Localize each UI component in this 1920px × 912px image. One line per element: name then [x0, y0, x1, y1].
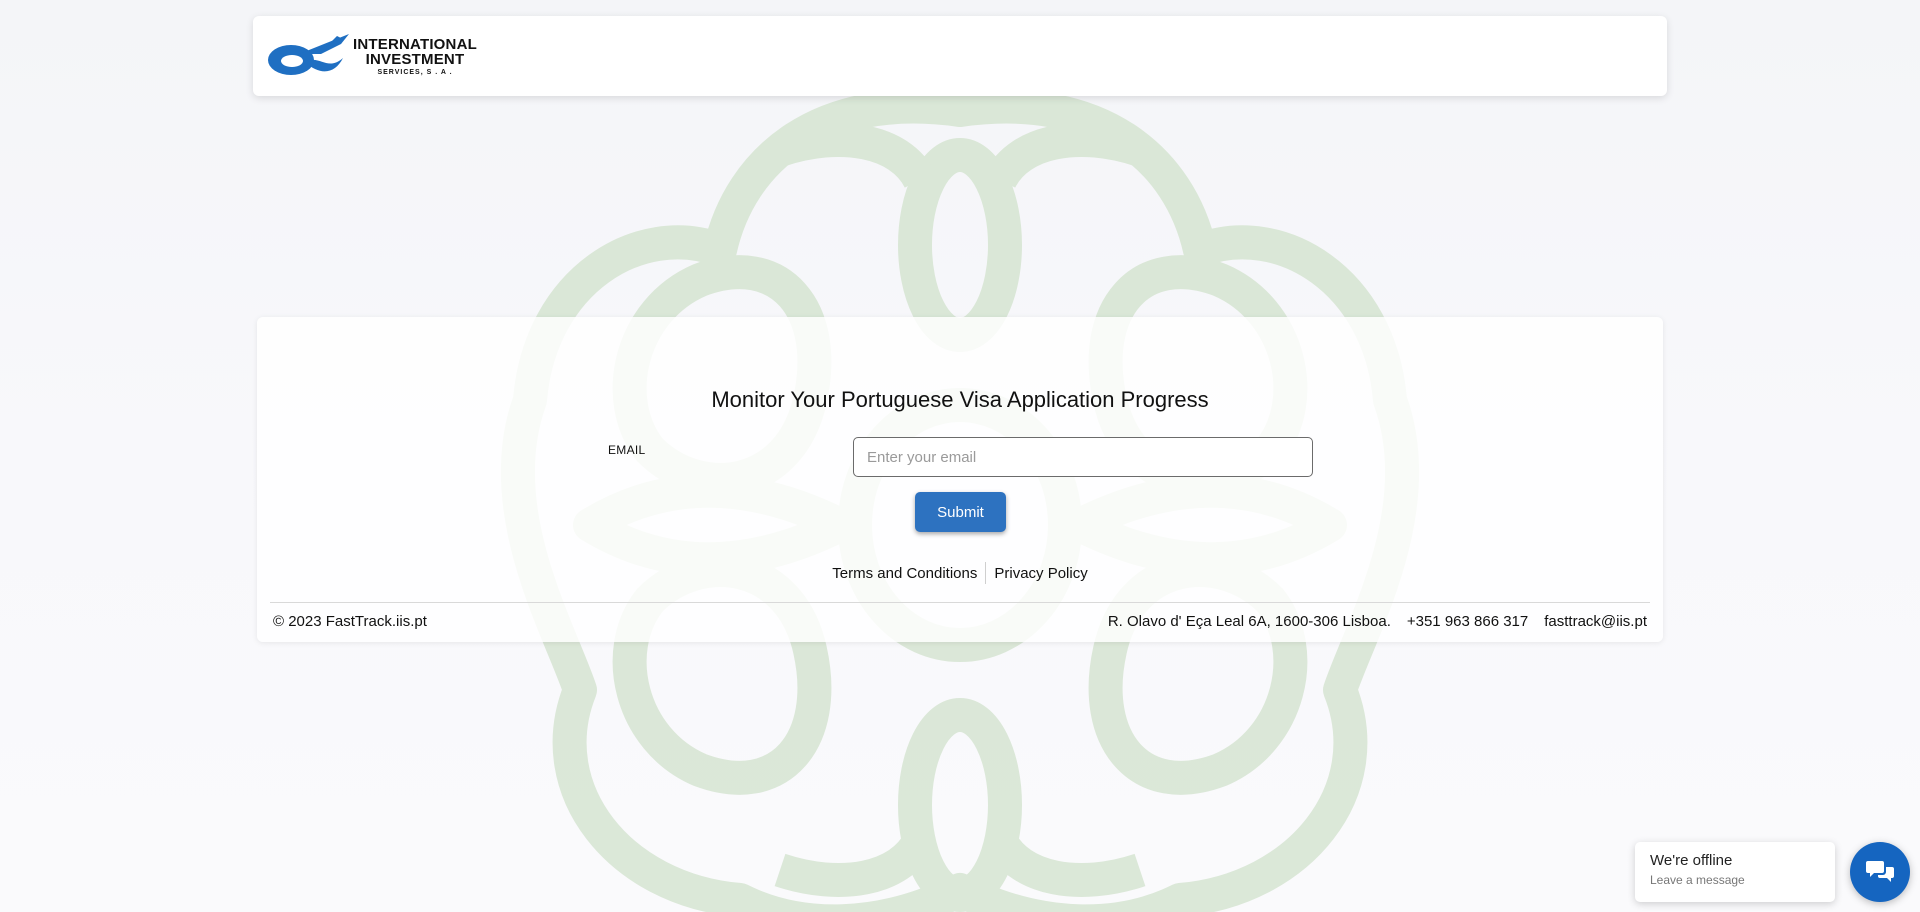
logo-line-2: INVESTMENT — [365, 50, 465, 68]
privacy-link[interactable]: Privacy Policy — [986, 565, 1095, 582]
chat-launcher-button[interactable] — [1850, 842, 1910, 902]
visa-status-card: Monitor Your Portuguese Visa Application… — [257, 317, 1663, 642]
email-label: EMAIL — [608, 443, 646, 457]
logo-wordmark: INTERNATIONAL INVESTMENT SERVICES, S . A… — [353, 37, 477, 76]
chat-action: Leave a message — [1650, 873, 1745, 887]
address-text: R. Olavo d' Eça Leal 6A, 1600-306 Lisboa… — [1107, 613, 1391, 630]
chat-status: We're offline — [1650, 852, 1733, 869]
footer-divider — [270, 602, 1650, 603]
page-title: Monitor Your Portuguese Visa Application… — [711, 387, 1209, 412]
email-input[interactable] — [853, 437, 1313, 477]
legal-links: Terms and Conditions Privacy Policy — [257, 562, 1663, 584]
copyright-text: © 2023 FastTrack.iis.pt — [273, 613, 427, 630]
contact-info: R. Olavo d' Eça Leal 6A, 1600-306 Lisboa… — [1108, 613, 1647, 630]
company-logo[interactable]: INTERNATIONAL INVESTMENT SERVICES, S . A… — [265, 32, 477, 80]
phone-text[interactable]: +351 963 866 317 — [1407, 613, 1528, 630]
contact-email[interactable]: fasttrack@iis.pt — [1544, 613, 1647, 630]
terms-link[interactable]: Terms and Conditions — [824, 565, 985, 582]
submit-button[interactable]: Submit — [915, 492, 1006, 532]
site-header: INTERNATIONAL INVESTMENT SERVICES, S . A… — [253, 16, 1667, 96]
chat-bubbles-icon — [1866, 861, 1894, 882]
logo-line-1: INTERNATIONAL — [353, 35, 477, 53]
chat-offline-message[interactable]: We're offline Leave a message — [1635, 842, 1835, 902]
logo-emblem-icon — [268, 34, 349, 75]
logo-line-3: SERVICES, S . A . — [377, 68, 453, 76]
